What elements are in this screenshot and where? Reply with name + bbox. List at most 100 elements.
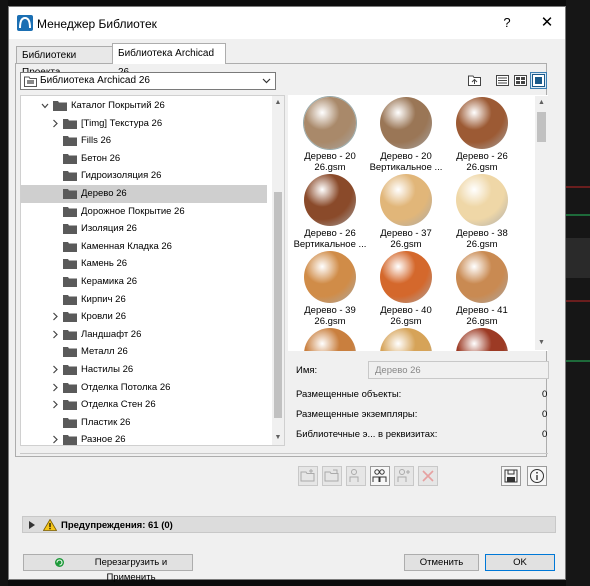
- tree-item-label: Fills 26: [81, 135, 112, 147]
- tree-item[interactable]: Дерево 26: [21, 185, 267, 203]
- placed-objects-label: Размещенные объекты:: [296, 389, 402, 400]
- tree-item[interactable]: Ландшафт 26: [21, 326, 267, 344]
- background-left: [0, 0, 8, 586]
- material-thumbnail[interactable]: Дерево - 39 26.gsm: [290, 251, 370, 331]
- folder-tree[interactable]: Каталог Покрытий 26 [Timg] Текстура 26 Fil…: [20, 95, 285, 446]
- material-thumbnail[interactable]: Дерево - 38 26.gsm: [442, 174, 522, 254]
- export-folder-button[interactable]: [322, 466, 342, 486]
- chevron-down-icon[interactable]: [41, 101, 49, 110]
- window-title: Менеджер Библиотек: [37, 17, 157, 31]
- title-bar: Менеджер Библиотек ? ✕: [9, 7, 565, 39]
- list-view-button[interactable]: [494, 72, 511, 89]
- material-caption: Дерево - 40 26.gsm: [366, 305, 446, 327]
- folder-icon: [63, 277, 77, 287]
- material-thumbnail[interactable]: [366, 328, 446, 351]
- library-select[interactable]: Библиотека Archicad 26: [20, 72, 276, 90]
- grid-scrollbar[interactable]: ▲ ▼: [535, 96, 548, 350]
- material-caption-line1: Дерево - 20: [380, 151, 432, 162]
- tree-item[interactable]: Металл 26: [21, 343, 267, 361]
- add-object-button[interactable]: [394, 466, 414, 486]
- warnings-panel[interactable]: Предупреждения: 61 (0): [22, 516, 556, 533]
- tree-item[interactable]: Отделка Потолка 26: [21, 379, 267, 397]
- tree-item[interactable]: [Timg] Текстура 26: [21, 115, 267, 133]
- name-field: Дерево 26: [368, 361, 549, 379]
- folder-icon: [63, 417, 77, 428]
- tree-item[interactable]: Изоляция 26: [21, 220, 267, 238]
- tree-item[interactable]: Кирпич 26: [21, 291, 267, 309]
- chevron-right-icon[interactable]: [51, 435, 59, 444]
- placed-instances-label: Размещенные экземпляры:: [296, 409, 418, 420]
- help-button[interactable]: ?: [495, 13, 519, 33]
- folder-icon: [63, 400, 77, 411]
- object-thumbnail-grid[interactable]: Дерево - 20 26.gsm Дерево - 20 Вертикальное…: [288, 95, 548, 351]
- material-sphere-preview: [380, 328, 432, 351]
- tree-item[interactable]: Бетон 26: [21, 150, 267, 168]
- close-button[interactable]: ✕: [535, 13, 559, 33]
- tree-item[interactable]: Разное 26: [21, 431, 267, 446]
- tree-item[interactable]: Настилы 26: [21, 361, 267, 379]
- expand-arrow-icon[interactable]: [29, 521, 35, 529]
- chevron-right-icon[interactable]: [51, 400, 59, 409]
- thumbnail-view-button[interactable]: [530, 72, 547, 89]
- tree-item-label: Разное 26: [81, 434, 126, 446]
- material-thumbnail[interactable]: Дерево - 37 26.gsm: [366, 174, 446, 254]
- save-button[interactable]: [501, 466, 521, 486]
- grid-scrollbar-thumb[interactable]: [537, 112, 546, 142]
- scroll-down-arrow-icon[interactable]: ▼: [535, 336, 548, 350]
- material-thumbnail[interactable]: [290, 328, 370, 351]
- detail-view-button[interactable]: [512, 72, 529, 89]
- ok-button[interactable]: OK: [485, 554, 555, 571]
- chevron-right-icon[interactable]: [51, 330, 59, 339]
- tree-item[interactable]: Дорожное Покрытие 26: [21, 203, 267, 221]
- chevron-right-icon[interactable]: [51, 312, 59, 321]
- delete-button[interactable]: [418, 466, 438, 486]
- info-button[interactable]: [527, 466, 547, 486]
- tree-item[interactable]: Каменная Кладка 26: [21, 238, 267, 256]
- tree-item[interactable]: Гидроизоляция 26: [21, 167, 267, 185]
- material-caption-line1: Дерево - 37: [380, 228, 432, 239]
- material-thumbnail[interactable]: Дерево - 41 26.gsm: [442, 251, 522, 331]
- delete-x-icon: [422, 470, 434, 482]
- tree-item[interactable]: Керамика 26: [21, 273, 267, 291]
- tree-item[interactable]: Каталог Покрытий 26: [21, 97, 267, 115]
- cancel-button[interactable]: Отменить: [404, 554, 479, 571]
- material-sphere-preview: [304, 251, 356, 303]
- tree-scrollbar-thumb[interactable]: [274, 192, 282, 418]
- tab-archicad-library[interactable]: Библиотека Archicad 26: [112, 43, 226, 78]
- tree-item[interactable]: Fills 26: [21, 132, 267, 150]
- placed-objects-value: 0: [542, 389, 548, 400]
- material-caption-line2: 26.gsm: [390, 239, 422, 250]
- tree-item-label: Ландшафт 26: [81, 328, 142, 340]
- object-group-button[interactable]: [370, 466, 390, 486]
- tab-project-libraries[interactable]: Библиотеки Проекта: [16, 46, 113, 78]
- chevron-right-icon[interactable]: [51, 119, 59, 128]
- material-thumbnail[interactable]: Дерево - 40 26.gsm: [366, 251, 446, 331]
- tree-item[interactable]: Кровли 26: [21, 308, 267, 326]
- material-thumbnail[interactable]: Дерево - 26 Вертикальное ...: [290, 174, 370, 254]
- scroll-down-arrow-icon[interactable]: ▼: [272, 431, 284, 445]
- material-thumbnail[interactable]: Дерево - 20 26.gsm: [290, 97, 370, 177]
- divider: [20, 453, 548, 454]
- people-icon: [372, 469, 387, 482]
- material-caption: Дерево - 20 Вертикальное ...: [366, 151, 446, 173]
- folder-up-button[interactable]: [466, 72, 483, 89]
- chevron-right-icon[interactable]: [51, 365, 59, 374]
- material-thumbnail[interactable]: Дерево - 26 26.gsm: [442, 97, 522, 177]
- material-caption: Дерево - 26 Вертикальное ...: [290, 228, 370, 250]
- scroll-up-arrow-icon[interactable]: ▲: [535, 96, 548, 110]
- add-folder-button[interactable]: [298, 466, 318, 486]
- reload-apply-button[interactable]: Перезагрузить и Применить: [23, 554, 193, 583]
- object-settings-button[interactable]: [346, 466, 366, 486]
- folder-icon: [63, 136, 77, 147]
- tree-item[interactable]: Отделка Стен 26: [21, 396, 267, 414]
- chevron-right-icon[interactable]: [51, 383, 59, 392]
- material-thumbnail[interactable]: [442, 328, 522, 351]
- folder-icon: [63, 224, 77, 235]
- material-thumbnail[interactable]: Дерево - 20 Вертикальное ...: [366, 97, 446, 177]
- scroll-up-arrow-icon[interactable]: ▲: [272, 96, 284, 110]
- tree-item-label: [Timg] Текстура 26: [81, 117, 163, 129]
- tree-item[interactable]: Пластик 26: [21, 414, 267, 432]
- tree-scrollbar[interactable]: ▲ ▼: [272, 96, 284, 445]
- tree-item-label: Кирпич 26: [81, 293, 126, 305]
- tree-item[interactable]: Камень 26: [21, 255, 267, 273]
